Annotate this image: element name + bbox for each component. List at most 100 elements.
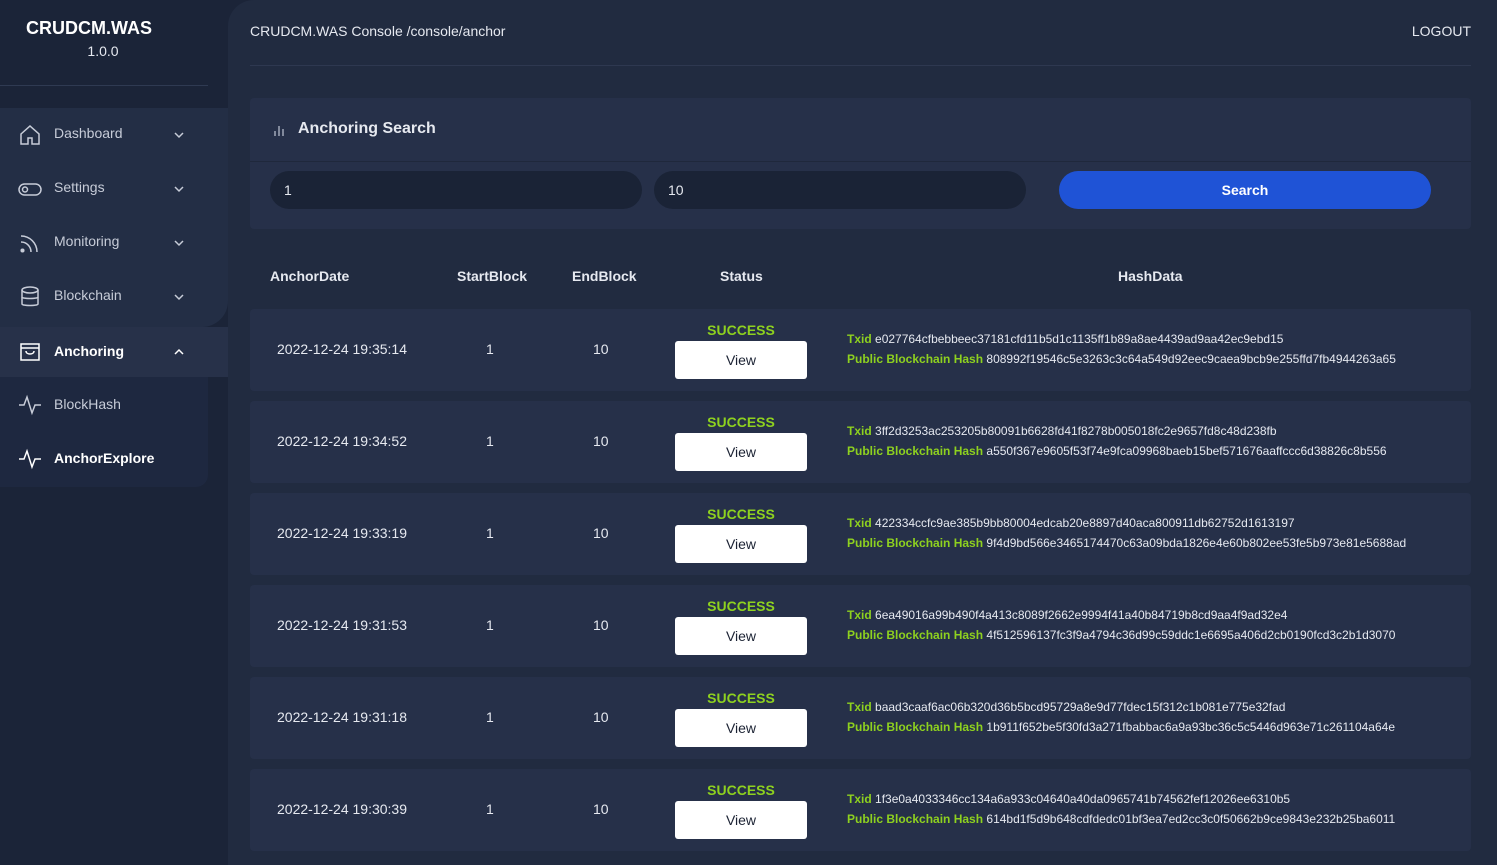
search-card: Anchoring Search Search [250, 98, 1471, 229]
sidebar-item-label: BlockHash [54, 396, 121, 412]
hash-line: Public Blockchain Hash a550f367e9605f53f… [847, 444, 1387, 458]
chevron-down-icon [172, 128, 186, 142]
column-header-endblock: EndBlock [572, 268, 637, 284]
txid-value: e027764cfbebbeec37181cfd11b5d1c1135ff1b8… [875, 332, 1284, 346]
end-block: 10 [593, 617, 609, 633]
view-button[interactable]: View [675, 525, 807, 563]
hash-label: Public Blockchain Hash [847, 720, 984, 734]
txid-value: 6ea49016a99b490f4a413c8089f2662e9994f41a… [875, 608, 1288, 622]
sidebar-item-settings[interactable]: Settings [0, 162, 208, 216]
txid-label: Txid [847, 516, 872, 530]
end-block: 10 [593, 525, 609, 541]
sidebar-item-blockchain[interactable]: Blockchain [0, 270, 208, 324]
status-badge: SUCCESS [707, 506, 775, 522]
hash-value: 808992f19546c5e3263c3c64a549d92eec9caea9… [986, 352, 1396, 366]
sidebar-submenu: BlockHash AnchorExplore [0, 377, 208, 487]
status-badge: SUCCESS [707, 322, 775, 338]
start-block: 1 [486, 709, 494, 725]
view-button[interactable]: View [675, 433, 807, 471]
logout-button[interactable]: LOGOUT [1412, 23, 1471, 39]
hash-label: Public Blockchain Hash [847, 536, 984, 550]
top-bar: CRUDCM.WAS Console /console/anchor LOGOU… [250, 0, 1471, 66]
chevron-down-icon [172, 182, 186, 196]
toggle-icon [18, 177, 42, 201]
table-row: 2022-12-24 19:34:52 1 10 SUCCESS View Tx… [250, 401, 1471, 483]
anchor-date: 2022-12-24 19:33:19 [277, 525, 407, 541]
end-block: 10 [593, 341, 609, 357]
start-block: 1 [486, 525, 494, 541]
sidebar-item-blockhash[interactable]: BlockHash [0, 377, 208, 431]
view-button[interactable]: View [675, 617, 807, 655]
sidebar-item-label: Dashboard [54, 125, 123, 141]
anchor-date: 2022-12-24 19:34:52 [277, 433, 407, 449]
end-block-input[interactable] [654, 171, 1026, 209]
hash-label: Public Blockchain Hash [847, 352, 984, 366]
brand: CRUDCM.WAS 1.0.0 [0, 0, 208, 86]
sidebar-item-dashboard[interactable]: Dashboard [0, 108, 208, 162]
sidebar-item-label: Monitoring [54, 233, 120, 249]
txid-line: Txid 422334ccfc9ae385b9bb80004edcab20e88… [847, 516, 1295, 530]
txid-value: 3ff2d3253ac253205b80091b6628fd41f8278b00… [875, 424, 1277, 438]
txid-line: Txid 3ff2d3253ac253205b80091b6628fd41f82… [847, 424, 1277, 438]
end-block: 10 [593, 709, 609, 725]
start-block: 1 [486, 433, 494, 449]
hash-value: 1b911f652be5f30fd3a271fbabbac6a9a93bc36c… [986, 720, 1396, 734]
txid-value: 1f3e0a4033346cc134a6a933c04640a40da09657… [875, 792, 1291, 806]
column-header-status: Status [720, 268, 763, 284]
chevron-down-icon [172, 236, 186, 250]
chevron-up-icon [172, 345, 186, 359]
sidebar-item-anchoring[interactable]: Anchoring [0, 327, 208, 377]
table-row: 2022-12-24 19:31:53 1 10 SUCCESS View Tx… [250, 585, 1471, 667]
chevron-down-icon [172, 290, 186, 304]
main-content: CRUDCM.WAS Console /console/anchor LOGOU… [228, 0, 1497, 865]
hash-line: Public Blockchain Hash 4f512596137fc3f9a… [847, 628, 1395, 642]
status-badge: SUCCESS [707, 690, 775, 706]
txid-label: Txid [847, 700, 872, 714]
txid-value: 422334ccfc9ae385b9bb80004edcab20e8897d40… [875, 516, 1295, 530]
anchor-date: 2022-12-24 19:35:14 [277, 341, 407, 357]
status-badge: SUCCESS [707, 598, 775, 614]
shopping-bag-icon [18, 340, 42, 364]
sidebar-item-label: Settings [54, 179, 105, 195]
search-title: Anchoring Search [298, 120, 436, 137]
txid-value: baad3caaf6ac06b320d36b5bcd95729a8e9d77fd… [875, 700, 1286, 714]
txid-label: Txid [847, 424, 872, 438]
column-header-hashdata: HashData [1118, 268, 1183, 284]
start-block: 1 [486, 341, 494, 357]
anchor-date: 2022-12-24 19:31:53 [277, 617, 407, 633]
view-button[interactable]: View [675, 709, 807, 747]
sidebar-item-label: Anchoring [54, 343, 124, 359]
search-card-header: Anchoring Search [250, 98, 1471, 162]
home-icon [18, 123, 42, 147]
anchor-date: 2022-12-24 19:30:39 [277, 801, 407, 817]
sidebar: CRUDCM.WAS 1.0.0 Dashboard Settings Moni… [0, 0, 228, 865]
table-row: 2022-12-24 19:30:39 1 10 SUCCESS View Tx… [250, 769, 1471, 851]
table-row: 2022-12-24 19:35:14 1 10 SUCCESS View Tx… [250, 309, 1471, 391]
view-button[interactable]: View [675, 341, 807, 379]
txid-line: Txid 6ea49016a99b490f4a413c8089f2662e999… [847, 608, 1287, 622]
start-block: 1 [486, 801, 494, 817]
sidebar-item-anchorexplore[interactable]: AnchorExplore [0, 431, 208, 485]
hash-label: Public Blockchain Hash [847, 812, 984, 826]
view-button[interactable]: View [675, 801, 807, 839]
start-block-input[interactable] [270, 171, 642, 209]
hash-line: Public Blockchain Hash 614bd1f5d9b648cdf… [847, 812, 1395, 826]
table-row: 2022-12-24 19:33:19 1 10 SUCCESS View Tx… [250, 493, 1471, 575]
rss-icon [18, 231, 42, 255]
activity-icon [18, 394, 42, 416]
activity-icon [18, 448, 42, 470]
database-icon [18, 285, 42, 309]
hash-label: Public Blockchain Hash [847, 628, 984, 642]
sidebar-item-monitoring[interactable]: Monitoring [0, 216, 208, 270]
txid-line: Txid e027764cfbebbeec37181cfd11b5d1c1135… [847, 332, 1283, 346]
table-row: 2022-12-24 19:31:18 1 10 SUCCESS View Tx… [250, 677, 1471, 759]
column-header-anchordate: AnchorDate [270, 268, 350, 284]
table-header: AnchorDate StartBlock EndBlock Status Ha… [250, 256, 1471, 296]
column-header-startblock: StartBlock [457, 268, 528, 284]
sidebar-item-label: AnchorExplore [54, 450, 155, 466]
search-button[interactable]: Search [1059, 171, 1431, 209]
hash-value: 4f512596137fc3f9a4794c36d99c59ddc1e6695a… [986, 628, 1396, 642]
hash-line: Public Blockchain Hash 1b911f652be5f30fd… [847, 720, 1395, 734]
txid-label: Txid [847, 792, 872, 806]
status-badge: SUCCESS [707, 414, 775, 430]
